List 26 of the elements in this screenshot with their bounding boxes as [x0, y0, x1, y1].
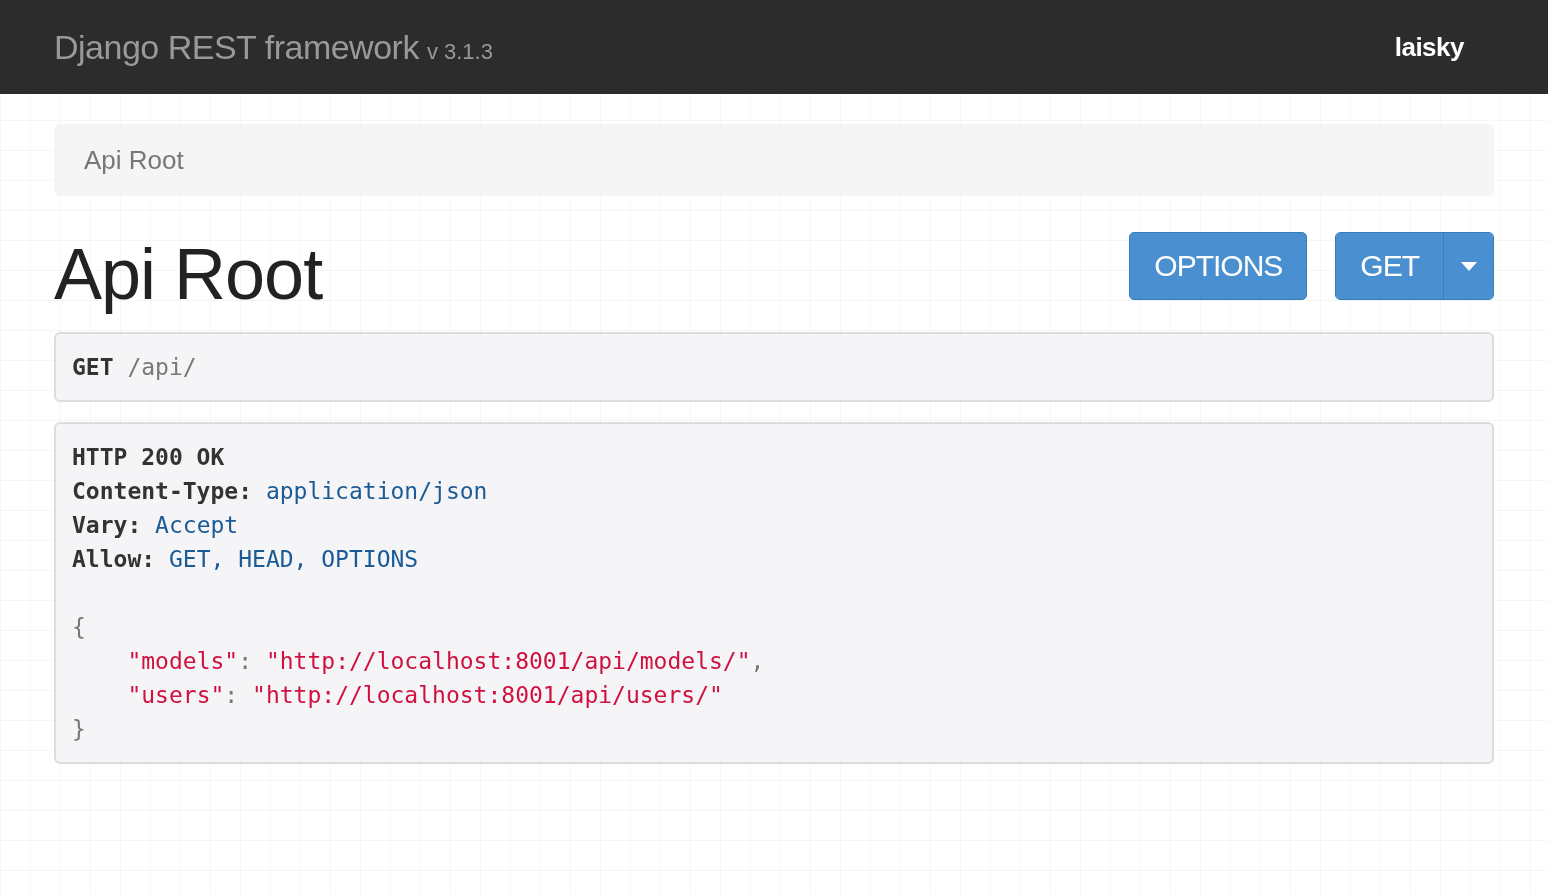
- json-comma: ,: [750, 648, 765, 674]
- header-name: Vary:: [72, 512, 142, 538]
- version-label: v 3.1.3: [426, 38, 493, 64]
- header-value: Accept: [155, 512, 239, 538]
- request-method: GET: [72, 354, 114, 380]
- open-brace: {: [72, 614, 86, 640]
- get-button[interactable]: GET: [1336, 233, 1443, 299]
- json-value[interactable]: "http://localhost:8001/api/models/": [265, 648, 751, 674]
- brand-title[interactable]: Django REST framework: [54, 27, 419, 66]
- json-key: "users": [127, 682, 225, 708]
- json-value[interactable]: "http://localhost:8001/api/users/": [252, 682, 723, 708]
- json-key: "models": [127, 648, 239, 674]
- header-value: application/json: [265, 478, 488, 504]
- json-colon: :: [238, 648, 253, 674]
- request-path: /api/: [127, 354, 197, 380]
- close-brace: }: [72, 716, 86, 742]
- breadcrumb-item[interactable]: Api Root: [84, 144, 184, 176]
- user-name[interactable]: laisky: [1394, 31, 1464, 63]
- options-button[interactable]: OPTIONS: [1129, 232, 1308, 300]
- header-name: Allow:: [72, 546, 156, 572]
- header-value: GET, HEAD, OPTIONS: [168, 546, 419, 572]
- caret-icon: [1460, 261, 1477, 271]
- response-status: HTTP 200 OK: [72, 444, 225, 470]
- header-name: Content-Type:: [72, 478, 252, 504]
- dropdown-toggle[interactable]: [1443, 233, 1493, 299]
- json-colon: :: [224, 682, 239, 708]
